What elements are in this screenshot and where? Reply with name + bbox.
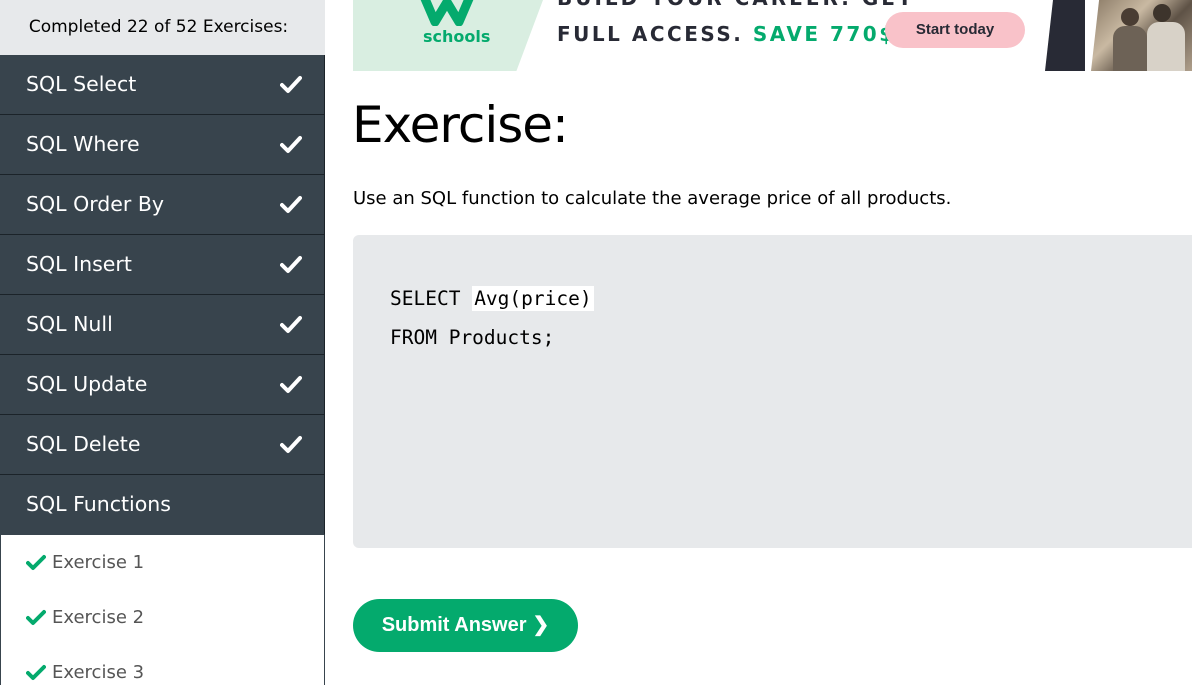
sidebar-item-sql-where[interactable]: SQL Where bbox=[0, 115, 325, 175]
answer-input[interactable]: Avg(price) bbox=[472, 286, 594, 311]
exercise-item-2[interactable]: Exercise 2 bbox=[1, 590, 324, 645]
exercise-label: Exercise 2 bbox=[52, 607, 145, 628]
exercise-item-1[interactable]: Exercise 1 bbox=[1, 535, 324, 590]
sidebar-item-sql-select[interactable]: SQL Select bbox=[0, 55, 325, 115]
exercise-label: Exercise 1 bbox=[52, 552, 145, 573]
green-check-icon bbox=[26, 610, 46, 625]
green-check-icon bbox=[26, 665, 46, 680]
exercise-description: Use an SQL function to calculate the ave… bbox=[353, 188, 952, 209]
sidebar-item-sql-null[interactable]: SQL Null bbox=[0, 295, 325, 355]
check-icon bbox=[280, 256, 302, 273]
sidebar-item-label: SQL Delete bbox=[26, 432, 141, 456]
sidebar-item-label: SQL Insert bbox=[26, 252, 132, 276]
submit-answer-button[interactable]: Submit Answer ❯ bbox=[353, 599, 578, 652]
chevron-right-icon: ❯ bbox=[532, 614, 550, 636]
banner-photo bbox=[1091, 0, 1192, 71]
banner-headline-main: FULL ACCESS. bbox=[557, 22, 744, 46]
exercise-item-3[interactable]: Exercise 3 bbox=[1, 645, 324, 685]
sidebar-item-label: SQL Functions bbox=[26, 492, 171, 516]
page-title: Exercise: bbox=[352, 96, 569, 154]
check-icon bbox=[280, 316, 302, 333]
progress-text: Completed 22 of 52 Exercises: bbox=[0, 0, 317, 55]
sidebar-item-label: SQL Where bbox=[26, 132, 140, 156]
sidebar: Completed 22 of 52 Exercises: SQL Select… bbox=[0, 0, 325, 685]
start-today-button[interactable]: Start today bbox=[885, 12, 1025, 48]
sidebar-item-label: SQL Null bbox=[26, 312, 113, 336]
code-block: SELECT Avg(price) FROM Products; bbox=[390, 279, 594, 357]
banner-decor-stripe bbox=[1045, 0, 1085, 71]
check-icon bbox=[280, 136, 302, 153]
code-keyword-select: SELECT bbox=[390, 287, 473, 310]
exercise-list: Exercise 1 Exercise 2 Exercise 3 bbox=[0, 535, 325, 685]
check-icon bbox=[280, 76, 302, 93]
sidebar-item-label: SQL Update bbox=[26, 372, 148, 396]
sidebar-item-sql-delete[interactable]: SQL Delete bbox=[0, 415, 325, 475]
exercise-label: Exercise 3 bbox=[52, 662, 145, 683]
banner-headline-top: BUILD YOUR CAREER. GET bbox=[557, 0, 915, 10]
banner-headline: FULL ACCESS. SAVE 770$ bbox=[557, 22, 896, 46]
code-line-1: SELECT Avg(price) bbox=[390, 279, 594, 318]
banner-logo-text: schools bbox=[423, 27, 491, 46]
submit-label: Submit Answer bbox=[381, 614, 527, 636]
sidebar-item-sql-functions[interactable]: SQL Functions bbox=[0, 475, 325, 535]
banner-headline-save: SAVE 770$ bbox=[752, 22, 896, 46]
sidebar-item-sql-update[interactable]: SQL Update bbox=[0, 355, 325, 415]
check-icon bbox=[280, 436, 302, 453]
sidebar-item-sql-order-by[interactable]: SQL Order By bbox=[0, 175, 325, 235]
sidebar-item-sql-insert[interactable]: SQL Insert bbox=[0, 235, 325, 295]
sidebar-item-label: SQL Order By bbox=[26, 192, 165, 216]
w3schools-logo-icon bbox=[420, 0, 474, 26]
code-line-2: FROM Products; bbox=[390, 326, 555, 349]
green-check-icon bbox=[26, 555, 46, 570]
ad-banner[interactable]: schools BUILD YOUR CAREER. GET FULL ACCE… bbox=[353, 0, 1192, 71]
check-icon bbox=[280, 376, 302, 393]
check-icon bbox=[280, 196, 302, 213]
sidebar-item-label: SQL Select bbox=[26, 72, 137, 96]
code-editor: SELECT Avg(price) FROM Products; bbox=[353, 235, 1192, 548]
